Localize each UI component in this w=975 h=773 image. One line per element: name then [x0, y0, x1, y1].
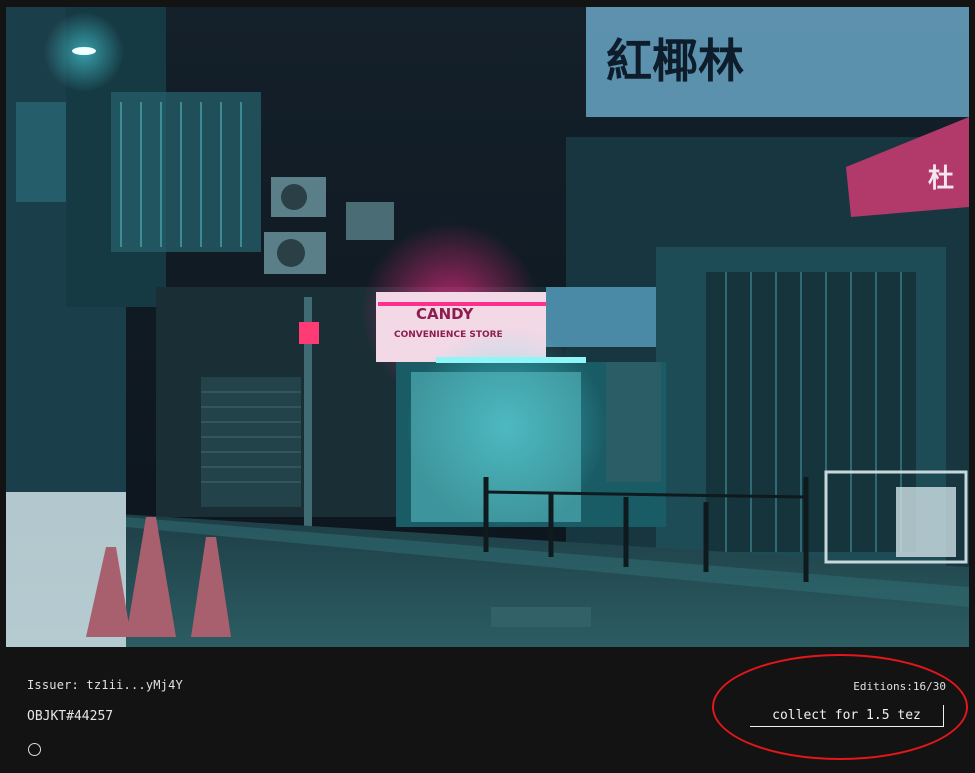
- awning-sign-text: 杜: [928, 164, 954, 194]
- collect-button[interactable]: collect for 1.5 tez: [750, 705, 944, 727]
- editions-count: Editions:16/30: [853, 680, 946, 693]
- street-scene-illustration: 紅椰林 杜 CANDY CONVENIENCE STORE: [6, 7, 969, 647]
- objkt-id: OBJKT#44257: [27, 709, 114, 724]
- issuer-line: Issuer: tz1ii...yMj4Y: [27, 678, 183, 692]
- issuer-label: Issuer:: [27, 678, 79, 692]
- artwork-image[interactable]: 紅椰林 杜 CANDY CONVENIENCE STORE: [6, 7, 969, 647]
- issuer-address-link[interactable]: tz1ii...yMj4Y: [86, 678, 183, 692]
- shop-sign-text: CANDY: [416, 305, 475, 323]
- circle-icon[interactable]: [28, 743, 41, 756]
- main-sign-text: 紅椰林: [606, 34, 744, 88]
